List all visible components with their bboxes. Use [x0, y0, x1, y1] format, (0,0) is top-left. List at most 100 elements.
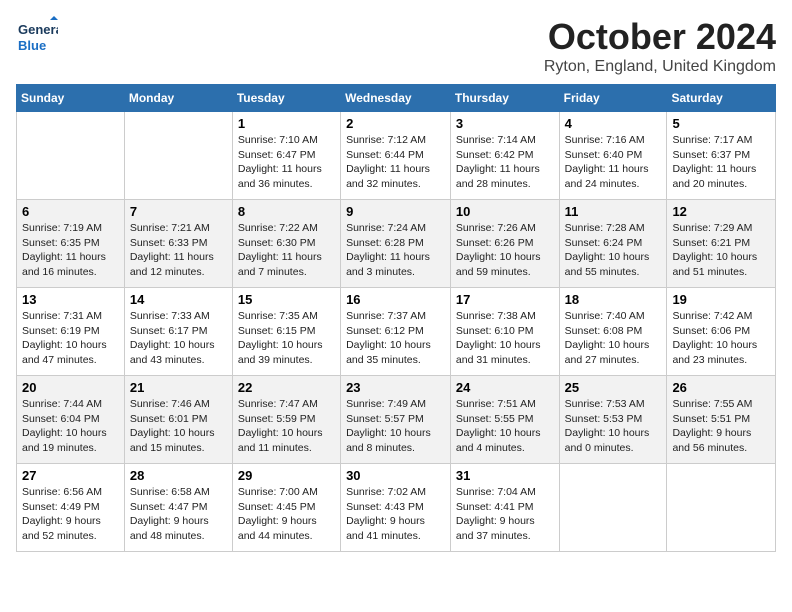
- day-info: Sunrise: 7:17 AMSunset: 6:37 PMDaylight:…: [672, 134, 756, 190]
- day-info: Sunrise: 7:31 AMSunset: 6:19 PMDaylight:…: [22, 310, 107, 366]
- week-row-1: 1 Sunrise: 7:10 AMSunset: 6:47 PMDayligh…: [17, 112, 776, 200]
- header-saturday: Saturday: [667, 85, 776, 112]
- day-info: Sunrise: 7:33 AMSunset: 6:17 PMDaylight:…: [130, 310, 215, 366]
- table-cell: [124, 112, 232, 200]
- day-info: Sunrise: 7:22 AMSunset: 6:30 PMDaylight:…: [238, 222, 322, 278]
- table-cell: 20 Sunrise: 7:44 AMSunset: 6:04 PMDaylig…: [17, 376, 125, 464]
- day-number: 16: [346, 292, 445, 307]
- week-row-4: 20 Sunrise: 7:44 AMSunset: 6:04 PMDaylig…: [17, 376, 776, 464]
- day-info: Sunrise: 7:19 AMSunset: 6:35 PMDaylight:…: [22, 222, 106, 278]
- day-info: Sunrise: 7:02 AMSunset: 4:43 PMDaylight:…: [346, 486, 426, 542]
- table-cell: 26 Sunrise: 7:55 AMSunset: 5:51 PMDaylig…: [667, 376, 776, 464]
- day-info: Sunrise: 6:56 AMSunset: 4:49 PMDaylight:…: [22, 486, 102, 542]
- day-info: Sunrise: 7:35 AMSunset: 6:15 PMDaylight:…: [238, 310, 323, 366]
- svg-text:Blue: Blue: [18, 38, 46, 53]
- table-cell: 19 Sunrise: 7:42 AMSunset: 6:06 PMDaylig…: [667, 288, 776, 376]
- day-number: 15: [238, 292, 335, 307]
- day-info: Sunrise: 7:12 AMSunset: 6:44 PMDaylight:…: [346, 134, 430, 190]
- day-number: 28: [130, 468, 227, 483]
- day-number: 12: [672, 204, 770, 219]
- day-number: 21: [130, 380, 227, 395]
- table-cell: 24 Sunrise: 7:51 AMSunset: 5:55 PMDaylig…: [450, 376, 559, 464]
- calendar-table: Sunday Monday Tuesday Wednesday Thursday…: [16, 84, 776, 552]
- day-number: 6: [22, 204, 119, 219]
- day-number: 30: [346, 468, 445, 483]
- day-info: Sunrise: 7:04 AMSunset: 4:41 PMDaylight:…: [456, 486, 536, 542]
- table-cell: 29 Sunrise: 7:00 AMSunset: 4:45 PMDaylig…: [232, 464, 340, 552]
- day-info: Sunrise: 7:47 AMSunset: 5:59 PMDaylight:…: [238, 398, 323, 454]
- day-info: Sunrise: 6:58 AMSunset: 4:47 PMDaylight:…: [130, 486, 210, 542]
- day-number: 8: [238, 204, 335, 219]
- day-info: Sunrise: 7:26 AMSunset: 6:26 PMDaylight:…: [456, 222, 541, 278]
- table-cell: 18 Sunrise: 7:40 AMSunset: 6:08 PMDaylig…: [559, 288, 667, 376]
- day-number: 18: [565, 292, 662, 307]
- day-number: 5: [672, 116, 770, 131]
- header-friday: Friday: [559, 85, 667, 112]
- day-info: Sunrise: 7:14 AMSunset: 6:42 PMDaylight:…: [456, 134, 540, 190]
- day-info: Sunrise: 7:24 AMSunset: 6:28 PMDaylight:…: [346, 222, 430, 278]
- table-cell: 15 Sunrise: 7:35 AMSunset: 6:15 PMDaylig…: [232, 288, 340, 376]
- day-info: Sunrise: 7:10 AMSunset: 6:47 PMDaylight:…: [238, 134, 322, 190]
- table-cell: 12 Sunrise: 7:29 AMSunset: 6:21 PMDaylig…: [667, 200, 776, 288]
- day-info: Sunrise: 7:51 AMSunset: 5:55 PMDaylight:…: [456, 398, 541, 454]
- day-number: 19: [672, 292, 770, 307]
- day-number: 13: [22, 292, 119, 307]
- day-number: 23: [346, 380, 445, 395]
- day-number: 10: [456, 204, 554, 219]
- table-cell: 8 Sunrise: 7:22 AMSunset: 6:30 PMDayligh…: [232, 200, 340, 288]
- table-cell: [667, 464, 776, 552]
- day-info: Sunrise: 7:49 AMSunset: 5:57 PMDaylight:…: [346, 398, 431, 454]
- svg-text:General: General: [18, 22, 58, 37]
- weekday-header-row: Sunday Monday Tuesday Wednesday Thursday…: [17, 85, 776, 112]
- week-row-5: 27 Sunrise: 6:56 AMSunset: 4:49 PMDaylig…: [17, 464, 776, 552]
- table-cell: 21 Sunrise: 7:46 AMSunset: 6:01 PMDaylig…: [124, 376, 232, 464]
- day-number: 11: [565, 204, 662, 219]
- day-number: 1: [238, 116, 335, 131]
- day-number: 14: [130, 292, 227, 307]
- day-info: Sunrise: 7:38 AMSunset: 6:10 PMDaylight:…: [456, 310, 541, 366]
- location-title: Ryton, England, United Kingdom: [544, 58, 776, 76]
- day-info: Sunrise: 7:21 AMSunset: 6:33 PMDaylight:…: [130, 222, 214, 278]
- day-info: Sunrise: 7:55 AMSunset: 5:51 PMDaylight:…: [672, 398, 752, 454]
- table-cell: 30 Sunrise: 7:02 AMSunset: 4:43 PMDaylig…: [341, 464, 451, 552]
- table-cell: 28 Sunrise: 6:58 AMSunset: 4:47 PMDaylig…: [124, 464, 232, 552]
- table-cell: 2 Sunrise: 7:12 AMSunset: 6:44 PMDayligh…: [341, 112, 451, 200]
- day-number: 3: [456, 116, 554, 131]
- day-number: 9: [346, 204, 445, 219]
- logo: General Blue: [16, 16, 60, 58]
- day-info: Sunrise: 7:46 AMSunset: 6:01 PMDaylight:…: [130, 398, 215, 454]
- day-info: Sunrise: 7:42 AMSunset: 6:06 PMDaylight:…: [672, 310, 757, 366]
- week-row-2: 6 Sunrise: 7:19 AMSunset: 6:35 PMDayligh…: [17, 200, 776, 288]
- week-row-3: 13 Sunrise: 7:31 AMSunset: 6:19 PMDaylig…: [17, 288, 776, 376]
- day-info: Sunrise: 7:37 AMSunset: 6:12 PMDaylight:…: [346, 310, 431, 366]
- day-info: Sunrise: 7:40 AMSunset: 6:08 PMDaylight:…: [565, 310, 650, 366]
- table-cell: 4 Sunrise: 7:16 AMSunset: 6:40 PMDayligh…: [559, 112, 667, 200]
- day-number: 2: [346, 116, 445, 131]
- table-cell: 14 Sunrise: 7:33 AMSunset: 6:17 PMDaylig…: [124, 288, 232, 376]
- table-cell: 23 Sunrise: 7:49 AMSunset: 5:57 PMDaylig…: [341, 376, 451, 464]
- day-number: 4: [565, 116, 662, 131]
- day-number: 24: [456, 380, 554, 395]
- day-number: 27: [22, 468, 119, 483]
- table-cell: 6 Sunrise: 7:19 AMSunset: 6:35 PMDayligh…: [17, 200, 125, 288]
- day-info: Sunrise: 7:16 AMSunset: 6:40 PMDaylight:…: [565, 134, 649, 190]
- table-cell: 9 Sunrise: 7:24 AMSunset: 6:28 PMDayligh…: [341, 200, 451, 288]
- day-info: Sunrise: 7:00 AMSunset: 4:45 PMDaylight:…: [238, 486, 318, 542]
- day-number: 29: [238, 468, 335, 483]
- day-info: Sunrise: 7:29 AMSunset: 6:21 PMDaylight:…: [672, 222, 757, 278]
- day-number: 20: [22, 380, 119, 395]
- header-wednesday: Wednesday: [341, 85, 451, 112]
- table-cell: 11 Sunrise: 7:28 AMSunset: 6:24 PMDaylig…: [559, 200, 667, 288]
- month-title: October 2024: [544, 16, 776, 58]
- table-cell: 13 Sunrise: 7:31 AMSunset: 6:19 PMDaylig…: [17, 288, 125, 376]
- table-cell: 16 Sunrise: 7:37 AMSunset: 6:12 PMDaylig…: [341, 288, 451, 376]
- table-cell: 3 Sunrise: 7:14 AMSunset: 6:42 PMDayligh…: [450, 112, 559, 200]
- table-cell: [559, 464, 667, 552]
- table-cell: 22 Sunrise: 7:47 AMSunset: 5:59 PMDaylig…: [232, 376, 340, 464]
- day-number: 26: [672, 380, 770, 395]
- table-cell: [17, 112, 125, 200]
- day-info: Sunrise: 7:28 AMSunset: 6:24 PMDaylight:…: [565, 222, 650, 278]
- table-cell: 1 Sunrise: 7:10 AMSunset: 6:47 PMDayligh…: [232, 112, 340, 200]
- table-cell: 17 Sunrise: 7:38 AMSunset: 6:10 PMDaylig…: [450, 288, 559, 376]
- title-block: October 2024 Ryton, England, United King…: [544, 16, 776, 76]
